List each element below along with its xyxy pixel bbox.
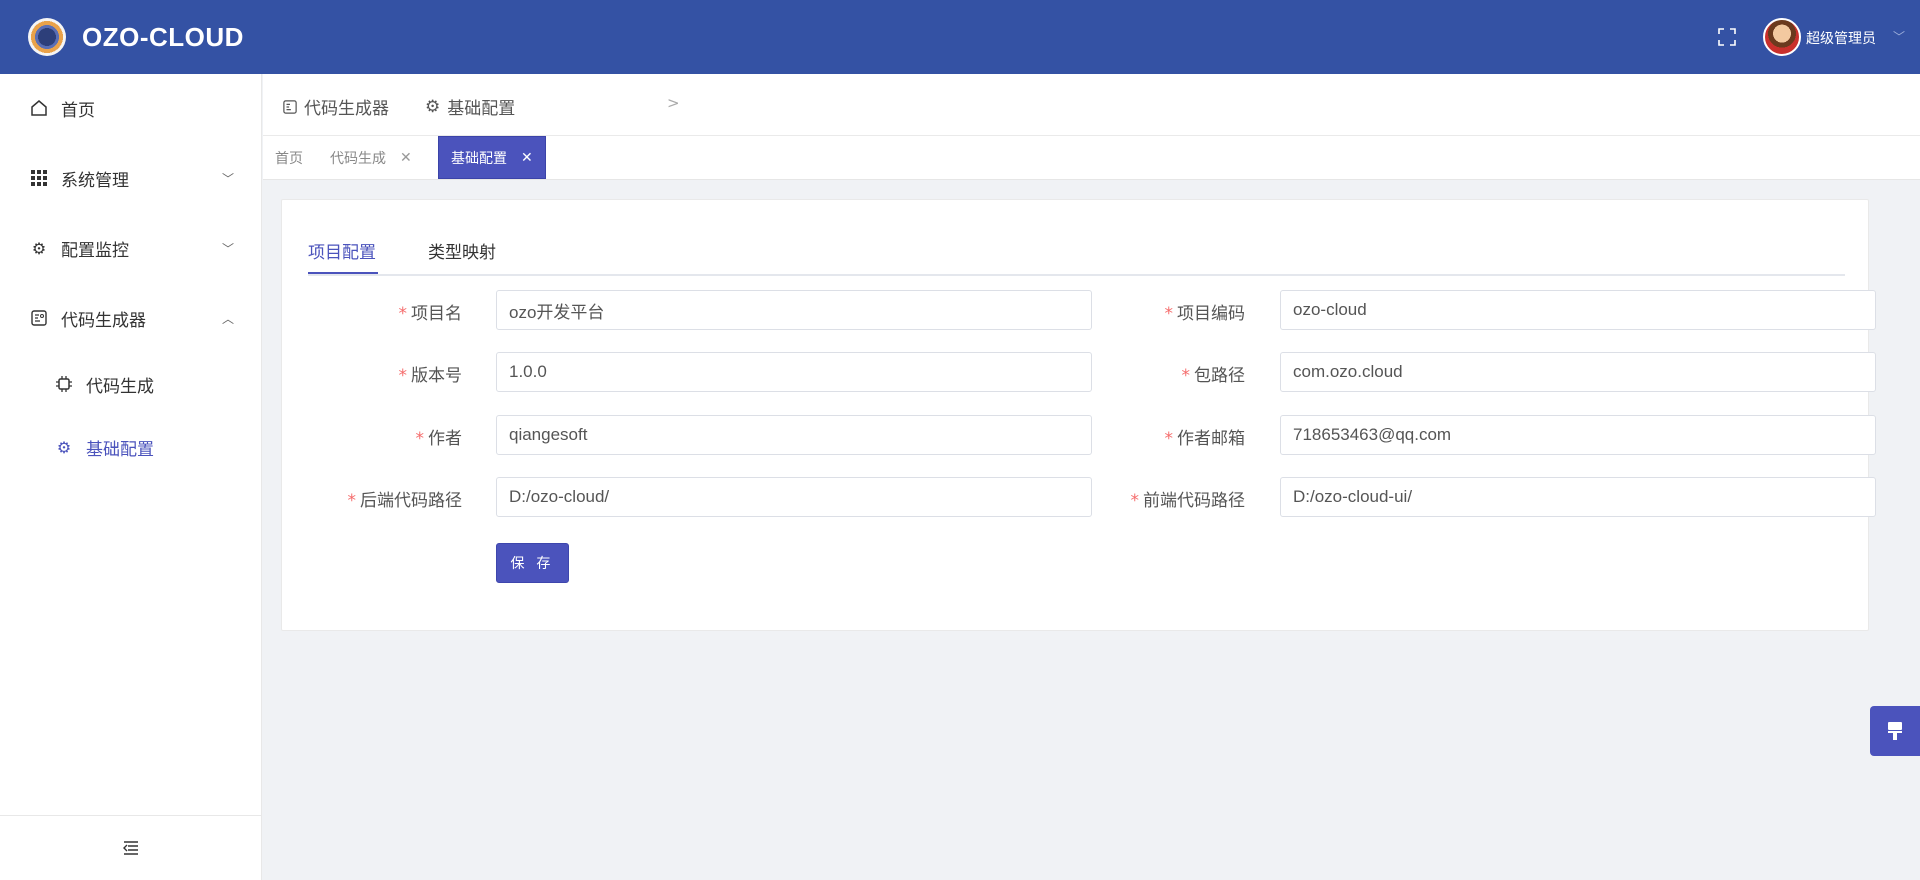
tab-active-indicator bbox=[308, 272, 378, 274]
sidebar: 首页 系统管理 ﹀ ⚙ 配置监控 ﹀ 代码生成器 ︿ 代码生成 ⚙ 基础配置 bbox=[0, 74, 262, 880]
grid-icon bbox=[30, 169, 48, 187]
breadcrumb-label: 基础配置 bbox=[447, 99, 516, 119]
save-button[interactable]: 保 存 bbox=[496, 543, 569, 583]
code-file-icon bbox=[30, 309, 48, 327]
logo-icon bbox=[28, 18, 66, 56]
avatar[interactable] bbox=[1763, 18, 1801, 56]
config-tabs: 项目配置 类型映射 bbox=[308, 236, 1845, 276]
tag-label: 基础配置 bbox=[451, 150, 507, 167]
package-path-input[interactable] bbox=[1280, 352, 1876, 392]
tags-view: 首页 代码生成 ✕ 基础配置 ✕ bbox=[263, 136, 1920, 180]
chevron-down-icon: ﹀ bbox=[222, 171, 235, 186]
tag-code-gen[interactable]: 代码生成 ✕ bbox=[330, 136, 412, 179]
tag-label: 代码生成 bbox=[330, 150, 386, 167]
version-input[interactable] bbox=[496, 352, 1092, 392]
sidebar-footer bbox=[0, 815, 262, 880]
sidebar-item-label: 代码生成器 bbox=[61, 310, 146, 331]
top-header: OZO-CLOUD 超级管理员 ﹀ bbox=[0, 0, 1920, 74]
fullscreen-icon[interactable] bbox=[1718, 28, 1736, 46]
collapse-menu-icon[interactable] bbox=[123, 841, 139, 855]
gear-icon: ⚙ bbox=[425, 96, 441, 117]
author-email-input[interactable] bbox=[1280, 415, 1876, 455]
tag-label: 首页 bbox=[275, 150, 303, 167]
backend-path-label: * 后端代码路径 bbox=[347, 491, 463, 511]
backend-path-input[interactable] bbox=[496, 477, 1092, 517]
breadcrumb-item-basic-config: ⚙ 基础配置 bbox=[425, 94, 516, 120]
sidebar-item-system[interactable]: 系统管理 ﹀ bbox=[0, 158, 262, 198]
tab-type-mapping[interactable]: 类型映射 bbox=[428, 238, 496, 263]
sidebar-item-label: 配置监控 bbox=[61, 240, 129, 261]
sidebar-item-basic-config[interactable]: ⚙ 基础配置 bbox=[0, 427, 262, 467]
config-card: 项目配置 类型映射 *项目名 *项目编码 *版本号 *包路径 *作者 *作者邮箱… bbox=[281, 199, 1876, 631]
package-path-label: * 包路径 bbox=[1181, 366, 1246, 386]
sidebar-item-label: 基础配置 bbox=[86, 439, 154, 460]
sidebar-item-label: 系统管理 bbox=[61, 170, 129, 191]
paint-brush-icon bbox=[1888, 722, 1902, 740]
close-icon[interactable]: ✕ bbox=[521, 150, 533, 166]
home-icon bbox=[30, 99, 48, 117]
sidebar-item-code-generator[interactable]: 代码生成器 ︿ bbox=[0, 298, 262, 338]
brand-title: OZO-CLOUD bbox=[82, 22, 244, 52]
project-name-input[interactable] bbox=[496, 290, 1092, 330]
theme-settings-button[interactable] bbox=[1870, 706, 1920, 756]
tab-project-config[interactable]: 项目配置 bbox=[308, 238, 376, 263]
sidebar-item-home[interactable]: 首页 bbox=[0, 88, 262, 128]
breadcrumb-label: 代码生成器 bbox=[304, 99, 389, 119]
project-code-label: * 项目编码 bbox=[1164, 304, 1246, 324]
version-label: * 版本号 bbox=[398, 366, 463, 386]
close-icon[interactable]: ✕ bbox=[400, 150, 412, 166]
project-name-label: * 项目名 bbox=[398, 304, 463, 324]
chevron-down-icon: ﹀ bbox=[222, 241, 235, 256]
frontend-path-label: * 前端代码路径 bbox=[1130, 491, 1246, 511]
author-label: * 作者 bbox=[415, 429, 463, 449]
author-email-label: * 作者邮箱 bbox=[1164, 429, 1246, 449]
code-file-icon bbox=[283, 99, 297, 114]
project-code-input[interactable] bbox=[1280, 290, 1876, 330]
breadcrumb-item-code-generator[interactable]: 代码生成器 bbox=[283, 94, 389, 119]
gear-icon: ⚙ bbox=[56, 437, 72, 457]
breadcrumb-separator-icon: > bbox=[667, 94, 680, 112]
breadcrumb: 代码生成器 > ⚙ 基础配置 bbox=[263, 74, 1920, 136]
sidebar-item-label: 首页 bbox=[61, 100, 95, 121]
gear-icon: ⚙ bbox=[31, 238, 47, 258]
frontend-path-input[interactable] bbox=[1280, 477, 1876, 517]
tag-basic-config[interactable]: 基础配置 ✕ bbox=[438, 136, 546, 179]
chip-icon bbox=[55, 375, 73, 393]
chevron-up-icon: ︿ bbox=[222, 311, 235, 326]
chevron-down-icon[interactable]: ﹀ bbox=[1893, 28, 1905, 45]
sidebar-item-label: 代码生成 bbox=[86, 376, 154, 397]
author-input[interactable] bbox=[496, 415, 1092, 455]
sidebar-item-config-monitor[interactable]: ⚙ 配置监控 ﹀ bbox=[0, 228, 262, 268]
username[interactable]: 超级管理员 bbox=[1806, 28, 1876, 48]
tag-home[interactable]: 首页 bbox=[275, 136, 303, 179]
sidebar-item-code-gen[interactable]: 代码生成 bbox=[0, 364, 262, 404]
